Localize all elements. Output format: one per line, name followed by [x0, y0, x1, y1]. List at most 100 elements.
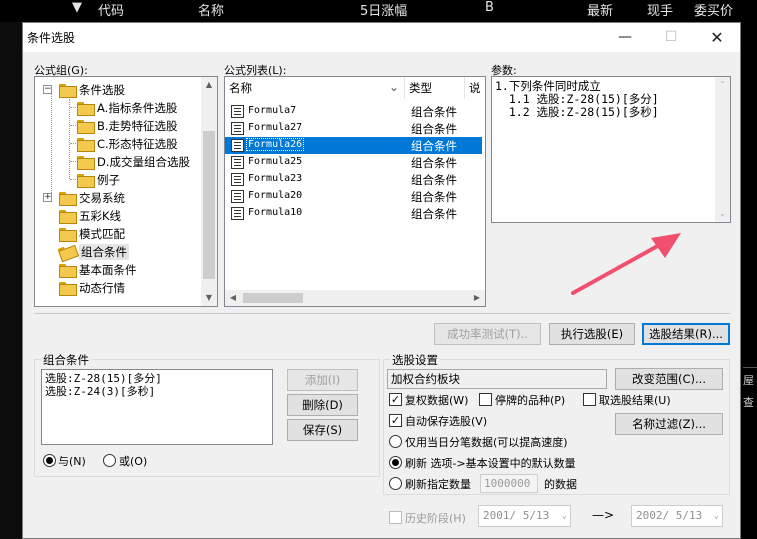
divider	[34, 313, 730, 314]
col-header-desc-text: 说	[469, 81, 481, 95]
tree-item[interactable]: 五彩K线	[35, 207, 201, 225]
list-hscrollbar[interactable]: ◀ ▶	[225, 290, 485, 306]
market-list-header: ▼ 代码 名称 5日涨幅 B 最新 现手 委买价	[0, 0, 757, 22]
tree-item[interactable]: 动态行情	[35, 279, 201, 297]
combo-conditions-list[interactable]: 选股:Z-28(15)[多分] 选股:Z-24(3)[多秒]	[41, 369, 273, 445]
suspended-checkbox[interactable]	[479, 393, 492, 406]
tree-item-label: 交易系统	[79, 191, 125, 205]
formula-row[interactable]: Formula26 组合条件	[225, 137, 482, 154]
col-code[interactable]: 代码	[98, 0, 124, 19]
only-today-label: 仅用当日分笔数据(可以提高速度)	[405, 436, 568, 449]
refresh-specified-radio[interactable]	[389, 477, 402, 490]
formula-row[interactable]: Formula7 组合条件	[225, 103, 482, 120]
minimize-button[interactable]: —	[602, 23, 648, 52]
scroll-thumb[interactable]	[203, 131, 215, 279]
tree-item[interactable]: 组合条件	[35, 243, 201, 261]
params-scroll-down-icon[interactable]: ⌄	[715, 206, 730, 222]
combo-group-title: 组合条件	[41, 352, 91, 368]
adj-data-checkbox[interactable]: ✓	[389, 393, 402, 406]
tree-item[interactable]: A.指标条件选股	[35, 99, 201, 117]
formula-type: 组合条件	[411, 190, 457, 204]
chevron-down-icon: ⌄	[713, 511, 719, 521]
folder-icon	[59, 282, 77, 296]
col-ask[interactable]: 委买价	[694, 0, 733, 19]
tree-item[interactable]: 模式匹配	[35, 225, 201, 243]
col-latest[interactable]: 最新	[587, 0, 613, 19]
tree-item-label: 五彩K线	[79, 209, 122, 223]
count-input[interactable]: 1000000	[480, 474, 538, 493]
hscroll-thumb[interactable]	[243, 293, 303, 303]
formula-list[interactable]: 名称 ⌄ 类型 说 Formula7 组合条件 Formula27 组合条件 Formu…	[224, 76, 486, 307]
scroll-left-icon[interactable]: ◀	[225, 290, 241, 306]
refresh-specified-label: 刷新指定数量	[405, 478, 471, 491]
col-header-type[interactable]: 类型	[405, 77, 465, 99]
or-radio[interactable]	[103, 454, 116, 467]
col-b[interactable]: B	[485, 0, 494, 15]
expand-icon[interactable]: +	[43, 193, 52, 202]
col-name[interactable]: 名称	[198, 0, 224, 19]
formula-name: Formula10	[248, 207, 303, 218]
col-hand[interactable]: 现手	[647, 0, 673, 19]
scope-field[interactable]: 加权合约板块	[387, 369, 607, 389]
tree-item[interactable]: 例子	[35, 171, 201, 189]
formula-doc-icon	[231, 105, 244, 118]
formula-doc-icon	[231, 190, 244, 203]
bg-text-1: 屋	[743, 374, 754, 387]
screen-results-button[interactable]: 选股结果(R)...	[642, 323, 730, 345]
cancel-result-label: 取选股结果(U)	[599, 394, 671, 407]
only-today-radio[interactable]	[389, 435, 402, 448]
stock-screener-dialog: 条件选股 — ☐ ✕ 公式组(G): 公式列表(L): 参数: − 条件选股 A.指…	[22, 22, 741, 539]
formula-row[interactable]: Formula20 组合条件	[225, 188, 482, 205]
autosave-checkbox[interactable]: ✓	[389, 414, 402, 427]
tree-item[interactable]: D.成交量组合选股	[35, 153, 201, 171]
change-scope-button[interactable]: 改变范围(C)...	[615, 368, 723, 390]
formula-row[interactable]: Formula25 组合条件	[225, 154, 482, 171]
tree-item-label: 条件选股	[79, 83, 125, 97]
col-header-type-text: 类型	[409, 81, 432, 95]
collapse-icon[interactable]: −	[43, 85, 52, 94]
sort-arrow-icon[interactable]: ▼	[72, 0, 82, 15]
formula-row[interactable]: Formula27 组合条件	[225, 120, 482, 137]
combo-item[interactable]: 选股:Z-24(3)[多秒]	[45, 385, 269, 398]
date-to-text: 2002/ 5/13	[636, 509, 703, 522]
scroll-right-icon[interactable]: ▶	[469, 290, 485, 306]
formula-name: Formula26	[245, 138, 305, 151]
autosave-label: 自动保存选股(V)	[405, 415, 488, 428]
date-to-picker[interactable]: 2002/ 5/13 ⌄	[631, 505, 723, 527]
formula-doc-icon	[231, 139, 244, 152]
col-header-desc[interactable]: 说	[465, 77, 485, 99]
tree-item-label: C.形态特征选股	[97, 137, 178, 151]
refresh-default-radio[interactable]	[389, 456, 402, 469]
params-scroll-up-icon[interactable]: ⌃	[715, 77, 730, 93]
formula-row[interactable]: Formula23 组合条件	[225, 171, 482, 188]
tree-scrollbar[interactable]: ▲ ▼	[201, 77, 217, 306]
formula-row[interactable]: Formula10 组合条件	[225, 205, 482, 222]
tree-item[interactable]: − 条件选股	[35, 81, 201, 99]
delete-button[interactable]: 删除(D)	[287, 394, 358, 416]
col-change5d[interactable]: 5日涨幅	[360, 0, 407, 19]
combo-item[interactable]: 选股:Z-28(15)[多分]	[45, 372, 269, 385]
scroll-up-icon[interactable]: ▲	[201, 77, 217, 93]
date-from-picker[interactable]: 2001/ 5/13 ⌄	[478, 505, 571, 527]
maximize-button[interactable]: ☐	[648, 23, 694, 52]
formula-type: 组合条件	[411, 105, 457, 119]
run-screen-button[interactable]: 执行选股(E)	[549, 323, 635, 345]
tree-item[interactable]: + 交易系统	[35, 189, 201, 207]
tree-item-label: B.走势特征选股	[97, 119, 178, 133]
tree-item[interactable]: B.走势特征选股	[35, 117, 201, 135]
scroll-down-icon[interactable]: ▼	[201, 290, 217, 306]
tree-item[interactable]: C.形态特征选股	[35, 135, 201, 153]
formula-group-tree[interactable]: − 条件选股 A.指标条件选股 B.走势特征选股 C.形态特征选股 D.成交量组合选股 例子…	[34, 76, 218, 307]
params-box[interactable]: 1.下列条件同时成立 1.1 选股:Z-28(15)[多分] 1.2 选股:Z-…	[491, 76, 731, 223]
params-scrollbar[interactable]: ⌃ ⌄	[715, 77, 730, 222]
and-radio[interactable]	[43, 454, 56, 467]
add-button[interactable]: 添加(I)	[287, 369, 358, 391]
history-checkbox[interactable]	[389, 511, 402, 524]
save-button[interactable]: 保存(S)	[287, 419, 358, 441]
name-filter-button[interactable]: 名称过滤(Z)...	[615, 413, 723, 435]
cancel-result-checkbox[interactable]	[583, 393, 596, 406]
col-header-name[interactable]: 名称	[225, 77, 405, 99]
success-test-button[interactable]: 成功率测试(T)..	[434, 323, 541, 345]
close-button[interactable]: ✕	[694, 23, 740, 52]
tree-item[interactable]: 基本面条件	[35, 261, 201, 279]
